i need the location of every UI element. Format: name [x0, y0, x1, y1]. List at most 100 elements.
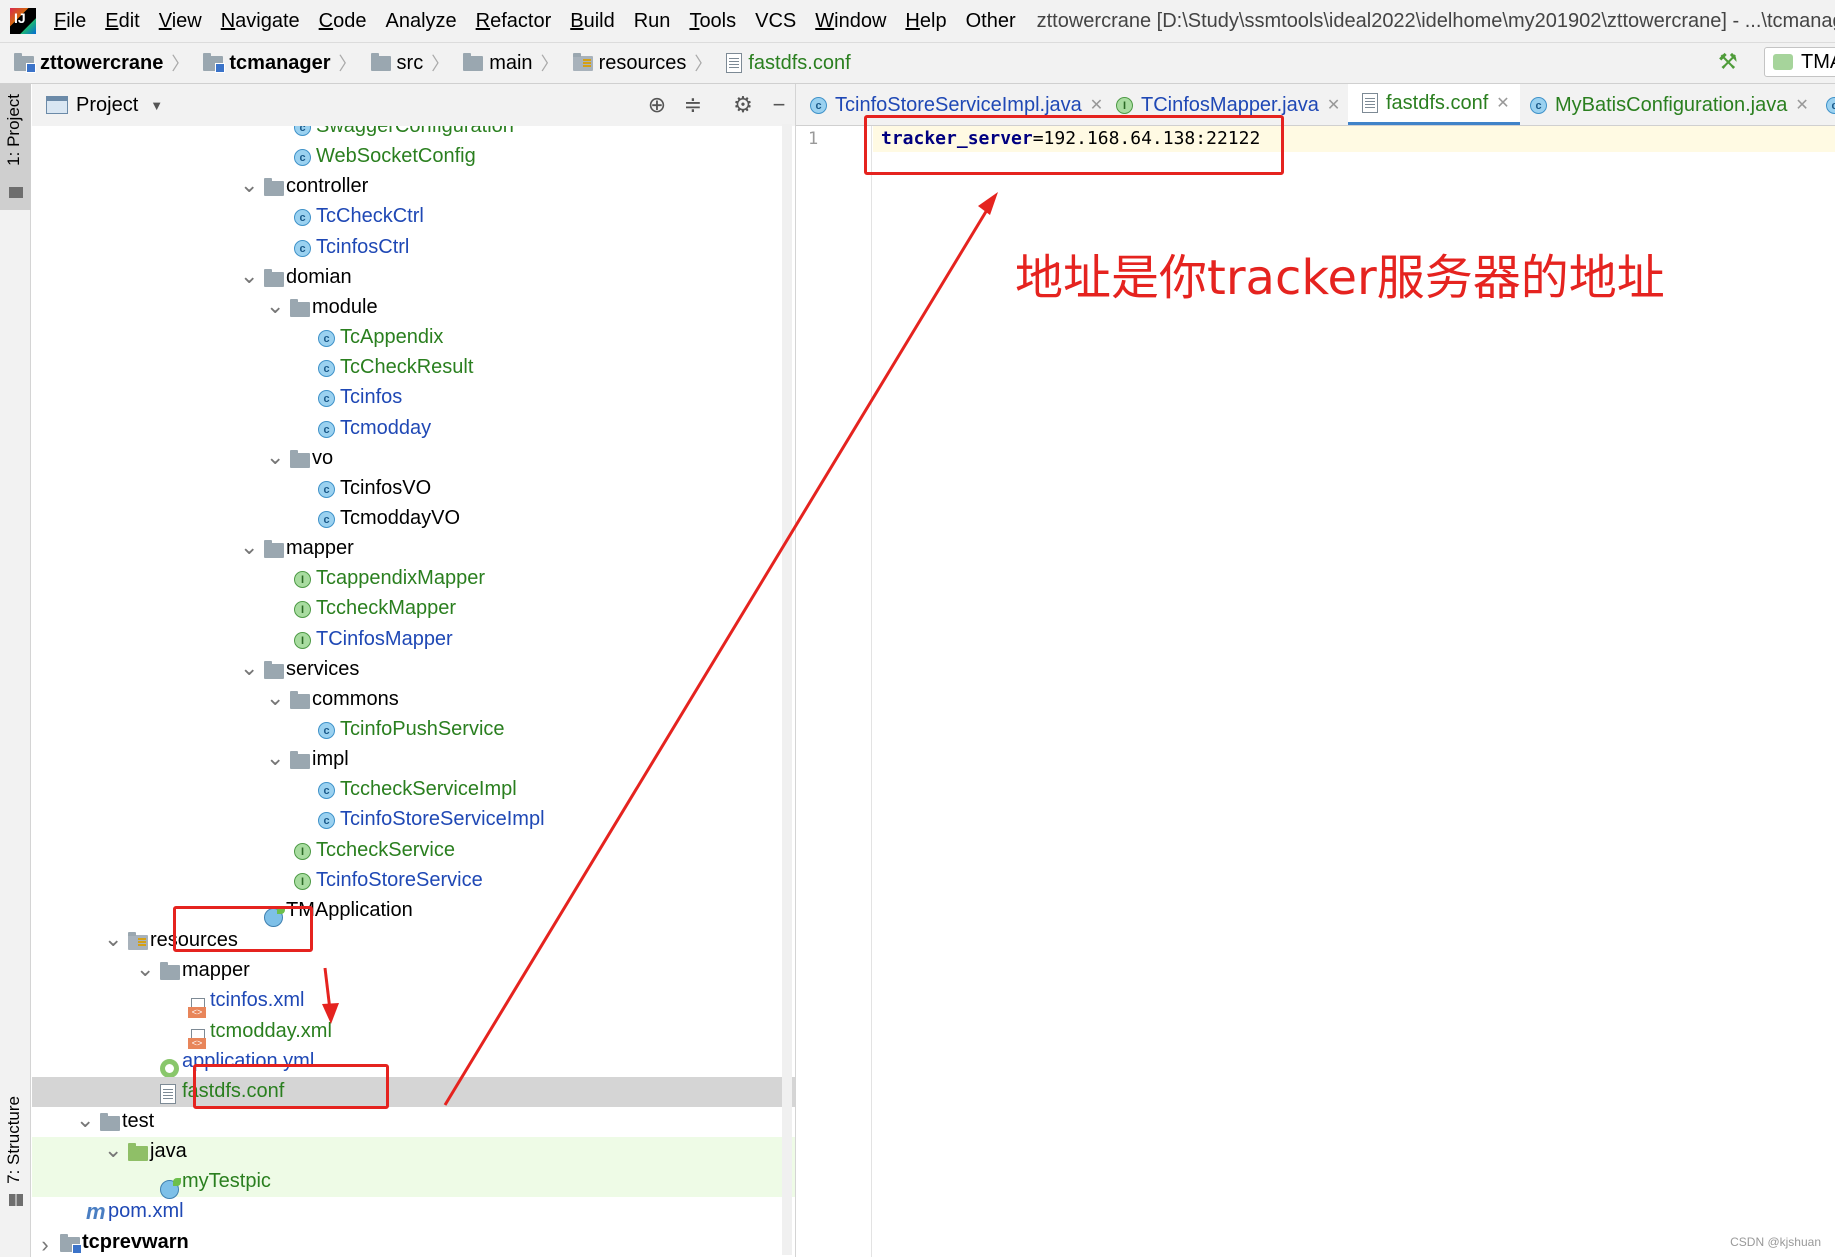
locate-target-icon[interactable]: ⊕	[644, 92, 670, 118]
menu-item[interactable]: VCS	[755, 10, 796, 33]
tree-node[interactable]: c TcAppendix	[32, 323, 795, 353]
tree-node[interactable]: c TcinfosVO	[32, 474, 795, 504]
tree-node[interactable]: › tcprevwarn	[32, 1228, 795, 1257]
menu-item[interactable]: Refactor	[476, 10, 552, 33]
tree-node[interactable]: ⌄ resources	[32, 926, 795, 956]
breadcrumb-module[interactable]: tcmanager 〉	[203, 50, 357, 76]
tree-node[interactable]: c TcinfoStoreServiceImpl	[32, 805, 795, 835]
chevron-down-icon[interactable]: ⌄	[104, 926, 122, 952]
tab-tcinfostoreserviceimpl[interactable]: c TcinfoStoreServiceImpl.java ✕	[810, 84, 1103, 125]
gear-icon[interactable]: ⚙	[730, 92, 756, 118]
tree-node[interactable]: c WebSocketConfig	[32, 142, 795, 172]
tree-node[interactable]: ⌄ impl	[32, 745, 795, 775]
menu-item[interactable]: Build	[570, 10, 614, 33]
chevron-down-icon[interactable]: ⌄	[76, 1107, 94, 1133]
tree-node[interactable]: c TcCheckResult	[32, 353, 795, 383]
chevron-down-icon[interactable]: ⌄	[240, 655, 258, 681]
tree-node[interactable]: ⌄ vo	[32, 444, 795, 474]
close-icon[interactable]: ✕	[1496, 93, 1509, 113]
tree-node[interactable]: ⌄ mapper	[32, 534, 795, 564]
menu-label: ode	[333, 9, 367, 32]
tab-mybatisconfiguration[interactable]: c MyBatisConfiguration.java ✕	[1530, 84, 1809, 125]
menu-item[interactable]: File	[54, 10, 86, 33]
tree-node[interactable]: c TcinfoPushService	[32, 715, 795, 745]
run-configuration-select[interactable]: TMA	[1764, 47, 1835, 77]
tree-node-label: TcappendixMapper	[316, 567, 485, 590]
tree-node[interactable]: c TcinfosCtrl	[32, 233, 795, 263]
menu-item[interactable]: Other	[966, 10, 1016, 33]
tree-node[interactable]: I TcinfoStoreService	[32, 866, 795, 896]
structure-tool-button[interactable]: 7: Structure	[0, 1096, 31, 1206]
tree-node[interactable]: fastdfs.conf	[32, 1076, 795, 1107]
tree-node[interactable]: c Tcmodday	[32, 414, 795, 444]
chevron-down-icon[interactable]: ⌄	[240, 263, 258, 289]
menu-label: Other	[965, 9, 1016, 32]
tree-node[interactable]: m pom.xml	[32, 1197, 795, 1227]
chevron-down-icon[interactable]: ⌄	[240, 172, 258, 198]
tree-node[interactable]: ⌄ controller	[32, 172, 795, 202]
menu-item[interactable]: Help	[905, 10, 946, 33]
tree-node[interactable]: tcinfos.xml	[32, 986, 795, 1019]
chevron-down-icon[interactable]: ⌄	[266, 293, 284, 319]
tree-node[interactable]: ⌄ java	[32, 1137, 795, 1168]
tree-node[interactable]: c Tcinfos	[32, 383, 795, 413]
menu-item[interactable]: Run	[634, 10, 671, 33]
menu-item[interactable]: Navigate	[221, 10, 300, 33]
close-icon[interactable]: ✕	[1090, 95, 1103, 115]
tab-fastdfs-conf[interactable]: fastdfs.conf ✕	[1348, 84, 1520, 125]
breadcrumb-main[interactable]: main 〉	[463, 50, 559, 76]
collapse-all-icon[interactable]: ≑	[680, 92, 706, 118]
chevron-right-icon[interactable]: ›	[36, 1232, 54, 1257]
tree-node[interactable]: TMApplication	[32, 896, 795, 928]
close-icon[interactable]: ✕	[1795, 95, 1808, 115]
scrollbar[interactable]	[782, 124, 792, 1255]
menu-item[interactable]: Window	[815, 10, 886, 33]
chevron-down-icon[interactable]: ⌄	[240, 534, 258, 560]
dropdown-arrow-icon[interactable]: ▼	[150, 98, 163, 113]
tree-node[interactable]: c SwaggerConfiguration	[32, 126, 795, 142]
tree-node[interactable]: I TccheckMapper	[32, 594, 795, 624]
tab-overflow[interactable]: c	[1826, 84, 1835, 125]
menu-items: File Edit View Navigate Code Analyze Refactor B…	[54, 10, 1035, 33]
tree-node[interactable]: ⌄ commons	[32, 685, 795, 715]
build-hammer-icon[interactable]: ⚒	[1718, 49, 1738, 75]
tree-node[interactable]: ⌄ test	[32, 1107, 795, 1137]
menu-item[interactable]: Edit	[105, 10, 139, 33]
tree-node[interactable]: ⌄ services	[32, 655, 795, 685]
tree-node[interactable]: c TcCheckCtrl	[32, 202, 795, 232]
folder-icon	[264, 660, 284, 679]
project-tool-button[interactable]: 1: Project	[0, 84, 31, 210]
menu-mnemonic: B	[570, 9, 584, 32]
folder-icon	[9, 187, 23, 198]
tree-node[interactable]: I TcappendixMapper	[32, 564, 795, 594]
hide-panel-icon[interactable]: −	[766, 92, 792, 118]
menu-item[interactable]: Tools	[689, 10, 736, 33]
chevron-down-icon[interactable]: ⌄	[266, 444, 284, 470]
tree-node[interactable]: myTestpic	[32, 1167, 795, 1199]
breadcrumb-resources[interactable]: resources 〉	[572, 50, 712, 76]
menu-item[interactable]: Analyze	[385, 10, 456, 33]
breadcrumb-file[interactable]: fastdfs.conf	[726, 52, 851, 75]
chevron-down-icon[interactable]: ⌄	[266, 685, 284, 711]
chevron-down-icon[interactable]: ⌄	[266, 745, 284, 771]
tab-tcinfosmapper[interactable]: I TCinfosMapper.java ✕	[1116, 84, 1340, 125]
menu-item[interactable]: Code	[319, 10, 367, 33]
tree-node[interactable]: I TCinfosMapper	[32, 625, 795, 655]
tree-node[interactable]: c TccheckServiceImpl	[32, 775, 795, 805]
breadcrumb-project[interactable]: zttowercrane 〉	[14, 50, 189, 76]
project-panel-title[interactable]: Project	[76, 94, 138, 117]
breadcrumb-src[interactable]: src 〉	[370, 50, 449, 76]
close-icon[interactable]: ✕	[1327, 95, 1340, 115]
tree-node[interactable]: ⌄ domian	[32, 263, 795, 293]
tree-node[interactable]: application.yml	[32, 1047, 795, 1079]
chevron-down-icon[interactable]: ⌄	[136, 956, 154, 982]
code-line[interactable]: tracker_server=192.168.64.138:22122	[881, 126, 1260, 152]
tree-node[interactable]: c TcmoddayVO	[32, 504, 795, 534]
menu-label: efactor	[490, 9, 552, 32]
tree-node[interactable]: I TccheckService	[32, 836, 795, 866]
menu-item[interactable]: View	[159, 10, 202, 33]
tree-node[interactable]: ⌄ mapper	[32, 956, 795, 986]
chevron-down-icon[interactable]: ⌄	[104, 1137, 122, 1163]
tree-node[interactable]: ⌄ module	[32, 293, 795, 323]
tree-node[interactable]: tcmodday.xml	[32, 1017, 795, 1049]
